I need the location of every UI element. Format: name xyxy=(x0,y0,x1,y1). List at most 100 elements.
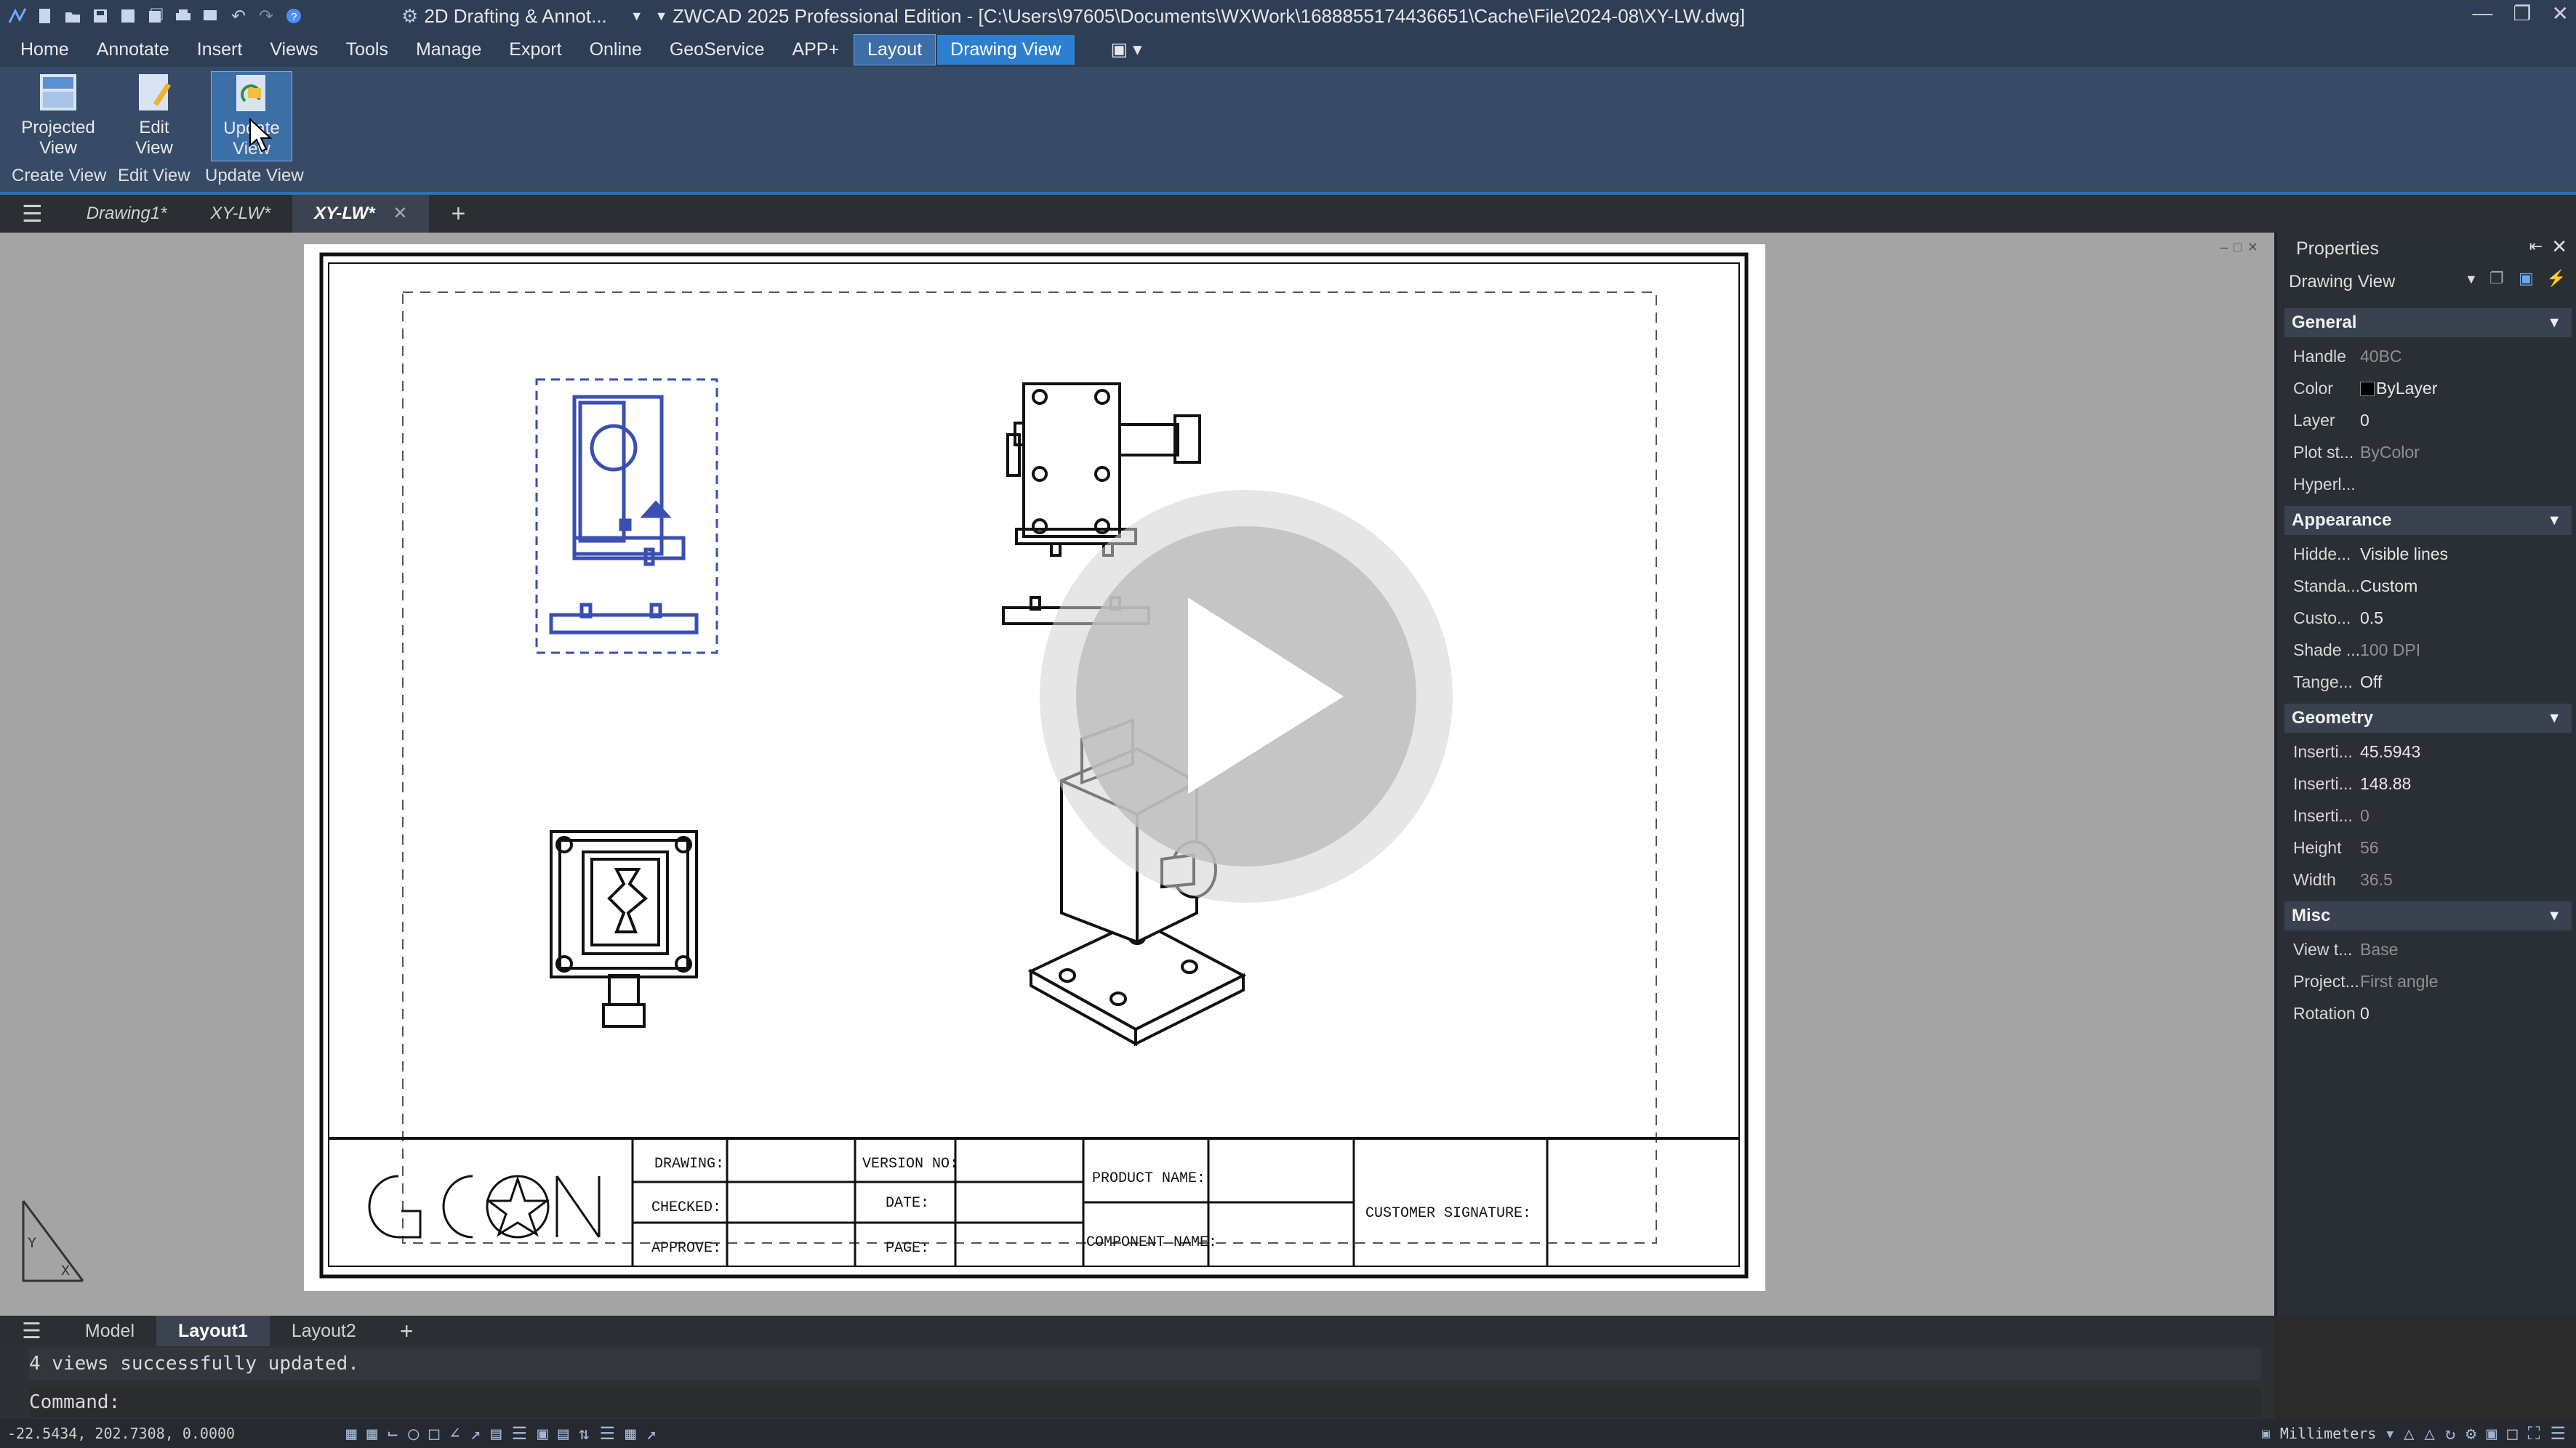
video-play-overlay[interactable] xyxy=(1038,488,1454,904)
plot-preview-icon[interactable] xyxy=(201,6,221,26)
layout-menu-icon[interactable]: ☰ xyxy=(0,1319,63,1344)
annotation-visibility-icon[interactable]: △ xyxy=(2424,1423,2434,1444)
collapse-icon: ▼ xyxy=(2547,315,2561,331)
projected-view-button[interactable]: Projected View xyxy=(15,71,102,158)
ribbon-group-edit-view: Edit View xyxy=(118,166,190,185)
prop-rotation[interactable]: Rotation 0 xyxy=(2293,997,2562,1029)
prop-insertion-y[interactable]: Inserti... 148.88 xyxy=(2293,768,2562,800)
minimize-icon[interactable]: — xyxy=(2472,1,2492,25)
tab-insert[interactable]: Insert xyxy=(184,35,256,65)
tab-views[interactable]: Views xyxy=(257,35,331,65)
prop-standard-scale[interactable]: Standa... Custom xyxy=(2293,570,2562,602)
snap-grid-icon[interactable]: ▦ xyxy=(346,1423,356,1444)
workspace-selector[interactable]: ⚙ 2D Drafting & Annot... ▼ ▼ xyxy=(401,3,667,29)
prop-insertion-x[interactable]: Inserti... 45.5943 xyxy=(2293,736,2562,768)
print-icon[interactable] xyxy=(173,6,193,26)
transparency-icon[interactable]: ▣ xyxy=(537,1423,547,1444)
grid-display-icon[interactable]: ▦ xyxy=(366,1423,377,1444)
hamburger-menu-icon[interactable]: ☰ xyxy=(0,195,65,233)
object-snap-tracking-icon[interactable]: ∠ xyxy=(449,1423,460,1444)
workspace-switch-icon[interactable]: ⚙ xyxy=(2465,1423,2476,1444)
annotation-monitor-icon[interactable]: ⇅ xyxy=(579,1423,589,1444)
properties-panel: Properties ⇤ ✕ Drawing View ▼ ❐ ▣ ⚡ Gene… xyxy=(2274,233,2576,1316)
doc-tab-drawing1[interactable]: Drawing1* xyxy=(65,195,189,233)
layout-tab-model[interactable]: Model xyxy=(63,1321,156,1342)
lineweight-icon[interactable]: ☰ xyxy=(512,1423,528,1444)
tab-layout[interactable]: Layout xyxy=(854,33,936,65)
prop-color[interactable]: Color ByLayer xyxy=(2293,372,2562,404)
tab-export[interactable]: Export xyxy=(496,35,574,65)
dynamic-input-icon[interactable]: ▤ xyxy=(491,1423,501,1444)
doc-tab-xy-lw-1[interactable]: XY-LW* xyxy=(188,195,292,233)
select-objects-icon[interactable]: ▣ xyxy=(2519,269,2534,288)
prop-hyperlink[interactable]: Hyperl... xyxy=(2293,468,2562,500)
properties-header: Properties ⇤ ✕ xyxy=(2277,233,2576,265)
quick-properties-icon[interactable]: ☰ xyxy=(600,1423,616,1444)
drawing-canvas[interactable]: –□✕ DRAWING: CHECKED: APPROVE: VERSION N… xyxy=(0,233,2274,1316)
layout-tab-layout2[interactable]: Layout2 xyxy=(270,1321,378,1342)
section-appearance[interactable]: Appearance ▼ xyxy=(2284,506,2572,535)
section-geometry[interactable]: Geometry ▼ xyxy=(2284,704,2572,733)
save-as-icon[interactable] xyxy=(118,6,138,26)
lock-ui-icon[interactable]: ▣ xyxy=(2487,1423,2497,1444)
customize-toolbar-icon[interactable]: ▼ xyxy=(655,9,668,24)
prop-height: Height 56 xyxy=(2293,838,2379,857)
command-input[interactable]: Command: xyxy=(29,1387,2261,1417)
close-panel-icon[interactable]: ✕ xyxy=(2551,236,2567,258)
workspace-label: 2D Drafting & Annot... xyxy=(424,4,607,27)
object-type-selector[interactable]: Drawing View ▼ ❐ ▣ ⚡ xyxy=(2277,265,2576,297)
add-layout-plus-icon[interactable]: + xyxy=(378,1318,436,1345)
hardware-acceleration-icon[interactable]: □ xyxy=(2507,1423,2517,1444)
units-selector[interactable]: Millimeters xyxy=(2280,1425,2376,1442)
isolate-objects-icon[interactable]: ▦ xyxy=(625,1423,635,1444)
tab-app-plus[interactable]: APP+ xyxy=(779,35,852,65)
prop-layer[interactable]: Layer 0 xyxy=(2293,404,2562,436)
section-general[interactable]: General ▼ xyxy=(2284,308,2572,337)
polar-tracking-icon[interactable]: ◯ xyxy=(408,1423,418,1444)
tab-manage[interactable]: Manage xyxy=(403,35,494,65)
selection-cycling-icon[interactable]: ▤ xyxy=(558,1423,569,1444)
prop-custom-scale[interactable]: Custo... 0.5 xyxy=(2293,602,2562,634)
help-icon[interactable]: ? xyxy=(284,6,304,26)
new-file-icon[interactable] xyxy=(35,6,55,26)
prop-view-type: View t... Base xyxy=(2293,940,2399,959)
tab-geoservice[interactable]: GeoService xyxy=(657,35,778,65)
doc-tab-xy-lw-active[interactable]: XY-LW* ✕ xyxy=(292,195,430,233)
ortho-icon[interactable]: ⌙ xyxy=(388,1423,398,1444)
section-misc[interactable]: Misc ▼ xyxy=(2284,901,2572,930)
toggle-pickadd-icon[interactable]: ❐ xyxy=(2489,269,2504,288)
mouse-cursor-icon xyxy=(249,118,273,153)
save-all-icon[interactable] xyxy=(145,6,166,26)
redo-icon[interactable]: ↷ xyxy=(256,6,276,26)
units-icon: ▣ xyxy=(2262,1425,2270,1441)
app-logo-icon[interactable] xyxy=(7,6,28,26)
new-tab-plus-icon[interactable]: + xyxy=(429,195,487,233)
cursor-coordinates[interactable]: -22.5434, 202.7308, 0.0000 xyxy=(7,1425,235,1442)
close-icon[interactable]: ✕ xyxy=(2552,1,2569,25)
dynamic-ucs-icon[interactable]: ↗ xyxy=(470,1423,481,1444)
layout-tab-layout1[interactable]: Layout1 xyxy=(156,1316,270,1346)
close-tab-icon[interactable]: ✕ xyxy=(393,204,407,223)
tab-online[interactable]: Online xyxy=(577,35,655,65)
tab-drawing-view[interactable]: Drawing View xyxy=(937,34,1075,65)
tab-annotate[interactable]: Annotate xyxy=(84,35,182,65)
edit-view-button[interactable]: Edit View xyxy=(111,71,198,158)
open-folder-icon[interactable] xyxy=(63,6,83,26)
prop-tangent-edges[interactable]: Tange... Off xyxy=(2293,666,2562,698)
save-icon[interactable] xyxy=(90,6,111,26)
tab-home[interactable]: Home xyxy=(7,35,82,65)
maximize-icon[interactable]: ❐ xyxy=(2513,1,2531,25)
model-paper-icon[interactable]: ↗ xyxy=(646,1423,656,1444)
customization-icon[interactable]: ☰ xyxy=(2550,1423,2566,1444)
pin-icon[interactable]: ⇤ xyxy=(2529,237,2543,256)
chevron-down-icon[interactable]: ▼ xyxy=(2386,1427,2394,1441)
tab-tools[interactable]: Tools xyxy=(333,35,401,65)
annotation-scale-icon[interactable]: △ xyxy=(2404,1423,2414,1444)
clean-screen-icon[interactable]: ⛶ xyxy=(2528,1423,2540,1444)
ribbon-display-toggle[interactable]: ▣ ▾ xyxy=(1098,34,1155,65)
quick-select-icon[interactable]: ⚡ xyxy=(2546,269,2566,288)
prop-hidden-lines[interactable]: Hidde... Visible lines xyxy=(2293,538,2562,570)
auto-scale-icon[interactable]: ↻ xyxy=(2445,1423,2455,1444)
object-snap-icon[interactable]: □ xyxy=(429,1423,439,1444)
undo-icon[interactable]: ↶ xyxy=(228,6,249,26)
